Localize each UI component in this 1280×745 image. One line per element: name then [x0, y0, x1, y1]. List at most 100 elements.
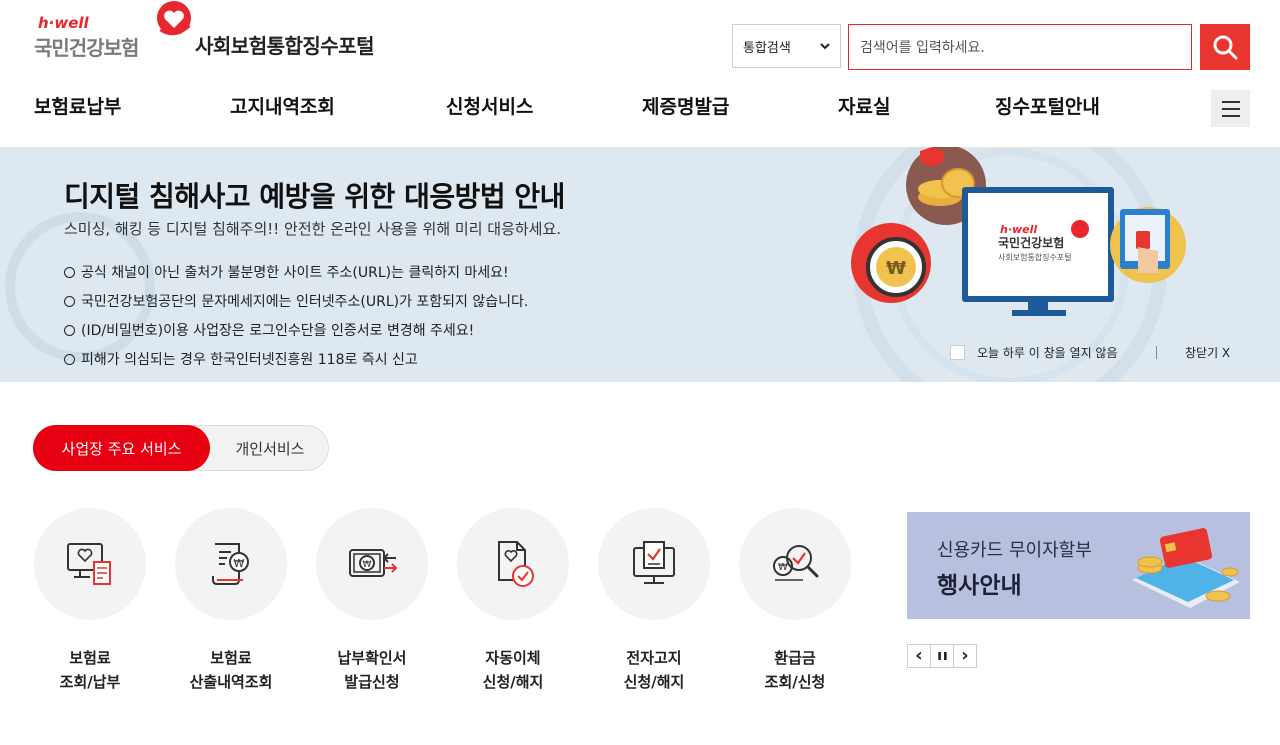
promo-text-line2: 행사안내: [937, 573, 1022, 599]
tip-text: 국민건강보험공단의 문자메세지에는 인터넷주소(URL)가 포함되지 않습니다.: [81, 294, 529, 310]
nhis-logo[interactable]: h·well 국민건강보험: [34, 1, 194, 60]
service-payment-certificate[interactable]: ₩ 납부확인서 발급신청: [316, 508, 428, 698]
screen-logo-name: 국민건강보험: [998, 235, 1064, 250]
global-nav: 보험료납부 고지내역조회 신청서비스 제증명발급 자료실 징수포털안내: [0, 82, 1280, 130]
hamburger-icon-line: [1221, 107, 1240, 110]
nav-item-portal-guide[interactable]: 징수포털안내: [995, 92, 1100, 119]
banner-title: 디지털 침해사고 예방을 위한 대응방법 안내: [64, 180, 565, 213]
chevron-right-icon: ›: [961, 645, 969, 666]
nav-item-notice-inquiry[interactable]: 고지내역조회: [230, 92, 335, 119]
security-monitor-illustration: ₩ h·well 국민건강보험 사회보험통합징수포털: [851, 147, 1186, 316]
monitor-check-icon: [633, 541, 675, 584]
service-label-line: 환급금: [774, 649, 816, 667]
monitor-heart-receipt-icon: [67, 543, 111, 585]
search-scope-value: 통합검색: [743, 40, 791, 56]
service-label: 환급금 조회/신청: [725, 646, 865, 694]
tab-business-services[interactable]: 사업장 주요 서비스: [33, 425, 210, 471]
service-icon-circle: ₩: [739, 508, 851, 620]
promo-text-line1: 신용카드 무이자할부: [937, 540, 1092, 561]
service-label: 전자고지 신청/해지: [584, 646, 724, 694]
service-label-line: 자동이체: [485, 649, 541, 667]
circle-bullet-icon: [64, 267, 75, 278]
banner-tips-list: 공식 채널이 아닌 출처가 불분명한 사이트 주소(URL)는 클릭하지 마세요…: [64, 263, 528, 379]
service-tabs: 사업장 주요 서비스 개인서비스: [33, 425, 329, 471]
service-label-line: 산출내역조회: [189, 673, 273, 691]
security-notice-banner: 디지털 침해사고 예방을 위한 대응방법 안내 스미싱, 해킹 등 디지털 침해…: [0, 147, 1280, 382]
service-label-line: 보험료: [210, 649, 252, 667]
service-electronic-notice[interactable]: 전자고지 신청/해지: [598, 508, 710, 698]
list-item: 국민건강보험공단의 문자메세지에는 인터넷주소(URL)가 포함되지 않습니다.: [64, 292, 528, 321]
service-label: 납부확인서 발급신청: [302, 646, 442, 694]
site-header: h·well 국민건강보험 사회보험통합징수포털 통합검색 검색어를 입력하세요…: [0, 0, 1280, 147]
service-premium-calculation-detail[interactable]: ₩ 보험료 산출내역조회: [175, 508, 287, 698]
heart-logo-icon: [157, 1, 191, 36]
hamburger-icon-line: [1221, 114, 1240, 117]
banner-subtitle: 스미싱, 해킹 등 디지털 침해주의!! 안전한 온라인 사용을 위해 미리 대…: [64, 220, 562, 238]
promo-banner[interactable]: 신용카드 무이자할부 행사안내: [907, 512, 1250, 619]
logo-brand-name: 국민건강보험: [34, 36, 139, 60]
service-label-line: 발급신청: [344, 673, 400, 691]
no-show-checkbox[interactable]: [950, 345, 965, 360]
svg-text:₩: ₩: [886, 258, 906, 279]
svg-text:₩: ₩: [778, 562, 788, 573]
no-show-label: 오늘 하루 이 창을 열지 않음: [977, 346, 1118, 360]
service-refund[interactable]: ₩ 환급금 조회/신청: [739, 508, 851, 698]
carousel-next-button[interactable]: ›: [953, 644, 977, 668]
won-card-arrows-icon: ₩: [349, 549, 398, 577]
svg-text:₩: ₩: [363, 560, 372, 570]
screen-logo-sub: 사회보험통합징수포털: [998, 252, 1072, 262]
list-item: 피해가 의심되는 경우 한국인터넷진흥원 118로 즉시 신고: [64, 350, 528, 379]
service-label-line: 납부확인서: [337, 649, 407, 667]
tab-personal-services[interactable]: 개인서비스: [210, 425, 330, 471]
close-banner-button[interactable]: 창닫기 X: [1185, 344, 1230, 361]
service-label: 보험료 산출내역조회: [161, 646, 301, 694]
service-icon-circle: ₩: [175, 508, 287, 620]
service-label: 보험료 조회/납부: [20, 646, 160, 694]
service-label: 자동이체 신청/해지: [443, 646, 583, 694]
divider: [1156, 346, 1157, 359]
service-label-line: 신청/해지: [482, 673, 544, 691]
nav-item-certificate-issue[interactable]: 제증명발급: [642, 92, 729, 119]
service-icon-circle: ₩: [316, 508, 428, 620]
pause-icon: ❚❚: [936, 651, 948, 660]
search-button[interactable]: [1200, 24, 1250, 70]
document-heart-check-icon: [498, 541, 534, 587]
circle-bullet-icon: [64, 296, 75, 307]
list-item: (ID/비밀번호)이용 사업장은 로그인수단을 인증서로 변경해 주세요!: [64, 321, 528, 350]
circle-bullet-icon: [64, 354, 75, 365]
list-item: 공식 채널이 아닌 출처가 불분명한 사이트 주소(URL)는 클릭하지 마세요…: [64, 263, 528, 292]
service-label-line: 전자고지: [626, 649, 682, 667]
no-show-today[interactable]: 오늘 하루 이 창을 열지 않음: [950, 344, 1118, 361]
service-premium-inquiry-payment[interactable]: 보험료 조회/납부: [34, 508, 146, 698]
tip-text: 피해가 의심되는 경우 한국인터넷진흥원 118로 즉시 신고: [81, 352, 418, 368]
document-won-icon: ₩: [212, 543, 249, 585]
carousel-pause-button[interactable]: ❚❚: [930, 644, 954, 668]
service-label-line: 조회/납부: [59, 673, 121, 691]
portal-title[interactable]: 사회보험통합징수포털: [195, 30, 375, 59]
circle-bullet-icon: [64, 325, 75, 336]
nav-item-premium-payment[interactable]: 보험료납부: [34, 92, 121, 119]
chevron-down-icon: [820, 43, 830, 50]
logo-hwell-text: h·well: [38, 14, 89, 32]
service-auto-transfer[interactable]: 자동이체 신청/해지: [457, 508, 569, 698]
service-label-line: 조회/신청: [764, 673, 826, 691]
svg-text:₩: ₩: [234, 557, 245, 570]
service-label-line: 신청/해지: [623, 673, 685, 691]
hamburger-icon-line: [1221, 100, 1240, 103]
search-scope-select[interactable]: 통합검색: [732, 24, 841, 68]
credit-card-phone-illustration: [1132, 528, 1240, 608]
tip-text: (ID/비밀번호)이용 사업장은 로그인수단을 인증서로 변경해 주세요!: [81, 323, 475, 339]
service-icon-circle: [34, 508, 146, 620]
service-icon-circle: [457, 508, 569, 620]
service-label-line: 보험료: [69, 649, 111, 667]
nav-item-application-service[interactable]: 신청서비스: [446, 92, 533, 119]
tip-text: 공식 채널이 아닌 출처가 불분명한 사이트 주소(URL)는 클릭하지 마세요…: [81, 265, 509, 281]
search-input[interactable]: 검색어를 입력하세요.: [848, 24, 1192, 70]
all-menu-button[interactable]: [1211, 90, 1250, 127]
search-icon: [1213, 35, 1238, 60]
carousel-prev-button[interactable]: ‹: [907, 644, 931, 668]
service-icon-circle: [598, 508, 710, 620]
screen-logo-hwell: h·well: [1000, 223, 1037, 236]
nav-item-resources[interactable]: 자료실: [838, 92, 890, 119]
won-magnifier-check-icon: ₩: [773, 545, 819, 581]
